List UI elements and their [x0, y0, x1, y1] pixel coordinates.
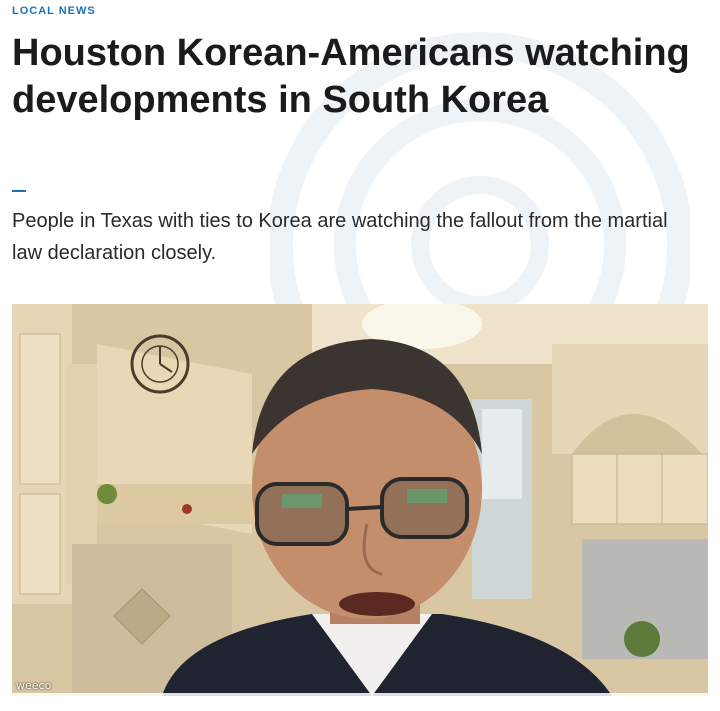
- video-player[interactable]: weeco: [12, 304, 708, 696]
- article-headline: Houston Korean-Americans watching develo…: [12, 32, 690, 121]
- video-watermark: weeco: [16, 679, 52, 692]
- section-label[interactable]: LOCAL NEWS: [12, 5, 96, 17]
- accent-divider: [12, 190, 26, 192]
- video-progress-bar[interactable]: [12, 693, 708, 696]
- video-frame: [12, 304, 708, 696]
- article-summary: People in Texas with ties to Korea are w…: [12, 210, 668, 264]
